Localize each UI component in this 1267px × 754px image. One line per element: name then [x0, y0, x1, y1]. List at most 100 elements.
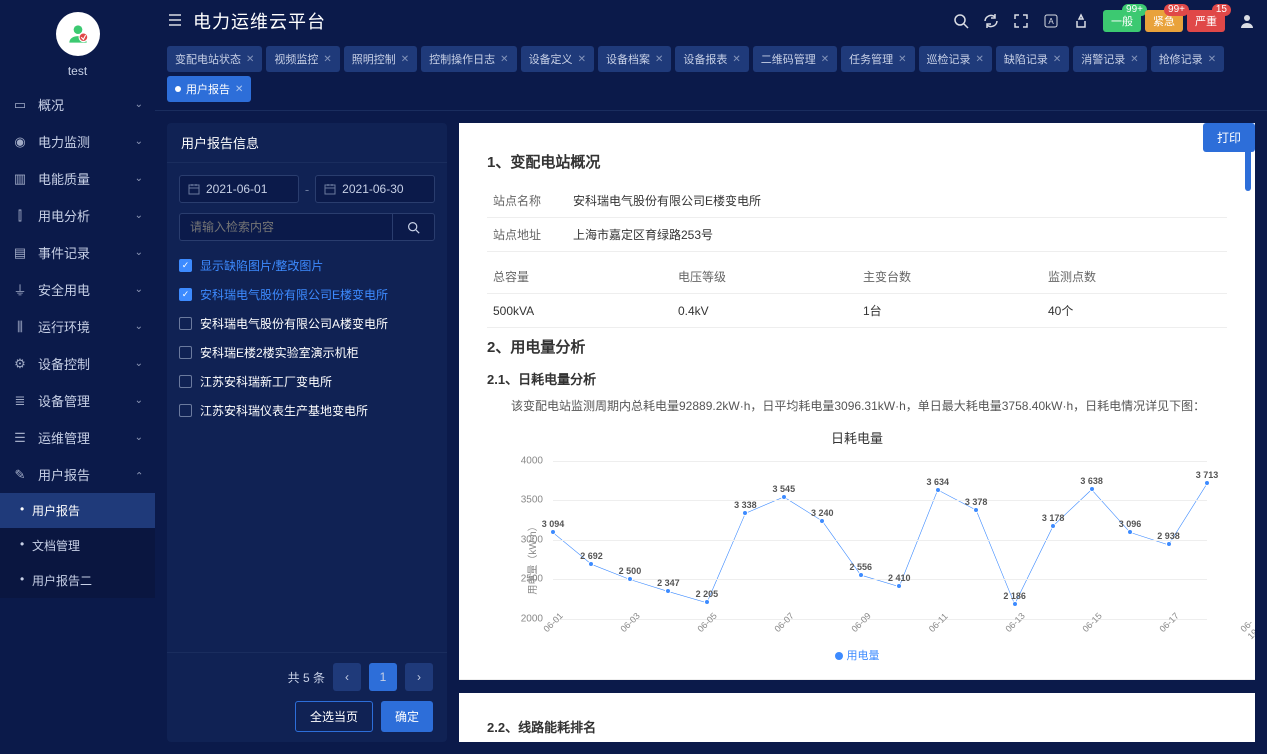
tab[interactable]: 视频监控 ✕ [266, 46, 339, 72]
data-label: 3 094 [542, 519, 565, 529]
station-checkbox-item[interactable]: 江苏安科瑞仪表生产基地变电所 [179, 396, 435, 425]
app-title: 电力运维云平台 [193, 8, 326, 34]
menu-toggle-icon[interactable] [167, 12, 183, 31]
tab[interactable]: 消警记录✕ [1073, 46, 1146, 72]
checkbox[interactable] [179, 259, 192, 272]
station-label: 安科瑞E楼2楼实验室演示机柜 [200, 344, 359, 361]
date-to-input[interactable]: 2021-06-30 [315, 175, 435, 203]
tabs: 变配电站状态✕视频监控✕照明控制✕控制操作日志✕设备定义✕设备档案✕设备报表✕二… [155, 42, 1267, 111]
page-number[interactable]: 1 [369, 663, 397, 691]
data-label: 2 500 [619, 566, 642, 576]
tab[interactable]: 设备定义✕ [521, 46, 594, 72]
section-2-title: 2、用电量分析 [487, 336, 1227, 357]
checkbox[interactable] [179, 288, 192, 301]
date-from-input[interactable]: 2021-06-01 [179, 175, 299, 203]
tab-close-icon[interactable]: ✕ [578, 54, 586, 65]
checkbox[interactable] [179, 346, 192, 359]
tab[interactable]: 变配电站状态✕ [167, 46, 262, 72]
tab[interactable]: 照明控制✕ [344, 46, 417, 72]
nav-sub-item[interactable]: 文档管理 [0, 528, 155, 563]
tab[interactable]: 设备档案✕ [598, 46, 671, 72]
fullscreen-icon[interactable] [1013, 13, 1029, 29]
tab[interactable]: 设备报表✕ [675, 46, 748, 72]
chevron-down-icon: ⌄ [135, 358, 143, 369]
nav-item[interactable]: ◉电力监测⌄ [0, 123, 155, 160]
panel-body: 2021-06-01 - 2021-06-30 [167, 163, 447, 652]
station-label: 安科瑞电气股份有限公司A楼变电所 [200, 315, 388, 332]
tab-close-icon[interactable]: ✕ [500, 54, 508, 65]
nav-item[interactable]: ⫿用电分析⌄ [0, 197, 155, 234]
refresh-icon[interactable] [983, 13, 999, 29]
search-icon[interactable] [953, 13, 969, 29]
station-checkbox-item[interactable]: 江苏安科瑞新工厂变电所 [179, 367, 435, 396]
nav-item[interactable]: ▭概况⌄ [0, 86, 155, 123]
checkbox[interactable] [179, 404, 192, 417]
search-button[interactable] [392, 213, 435, 241]
station-checkbox-item[interactable]: 显示缺陷图片/整改图片 [179, 251, 435, 280]
tab[interactable]: 控制操作日志✕ [421, 46, 516, 72]
station-checkbox-item[interactable]: 安科瑞电气股份有限公司A楼变电所 [179, 309, 435, 338]
station-checkbox-item[interactable]: 安科瑞E楼2楼实验室演示机柜 [179, 338, 435, 367]
language-icon[interactable]: A [1043, 13, 1059, 29]
nav-item[interactable]: ⚙设备控制⌄ [0, 345, 155, 382]
station-label: 江苏安科瑞仪表生产基地变电所 [200, 402, 368, 419]
tab[interactable]: 缺陷记录 ✕ [996, 46, 1069, 72]
alert-badge[interactable]: 严重15 [1187, 10, 1225, 32]
select-all-button[interactable]: 全选当页 [295, 701, 373, 732]
tab-close-icon[interactable]: ✕ [323, 54, 331, 65]
nav-item[interactable]: ✎用户报告⌄ [0, 456, 155, 493]
next-page-button[interactable]: › [405, 663, 433, 691]
prev-page-button[interactable]: ‹ [333, 663, 361, 691]
nav-item[interactable]: ⏚安全用电⌄ [0, 271, 155, 308]
tab-close-icon[interactable]: ✕ [1053, 54, 1061, 65]
search-input[interactable] [179, 213, 392, 241]
checkbox[interactable] [179, 317, 192, 330]
nav-item[interactable]: ⫼运行环境⌄ [0, 308, 155, 345]
filter-panel: 用户报告信息 2021-06-01 - 2021-06-30 [167, 123, 447, 742]
nav-item[interactable]: ☰运维管理⌄ [0, 419, 155, 456]
avatar[interactable] [56, 12, 100, 56]
tab[interactable]: 任务管理✕ [841, 46, 914, 72]
tab-close-icon[interactable]: ✕ [401, 54, 409, 65]
tab-close-icon[interactable]: ✕ [246, 54, 254, 65]
data-label: 3 638 [1080, 476, 1103, 486]
data-point [1127, 529, 1133, 535]
svg-text:A: A [1048, 17, 1054, 26]
tab-close-icon[interactable]: ✕ [1208, 54, 1216, 65]
tab-label: 用户报告 [186, 81, 230, 97]
tab[interactable]: 巡检记录✕ [919, 46, 992, 72]
data-label: 2 186 [1003, 591, 1026, 601]
user-icon[interactable] [1239, 13, 1255, 29]
nav-label: 用户报告 [38, 465, 90, 484]
theme-icon[interactable] [1073, 13, 1089, 29]
tab[interactable]: 抢修记录✕ [1151, 46, 1224, 72]
checkbox[interactable] [179, 375, 192, 388]
confirm-button[interactable]: 确定 [381, 701, 433, 732]
station-info-table: 站点名称安科瑞电气股份有限公司E楼变电所站点地址上海市嘉定区育绿路253号 [487, 184, 1227, 252]
tab-close-icon[interactable]: ✕ [898, 54, 906, 65]
tab-close-icon[interactable]: ✕ [976, 54, 984, 65]
print-button[interactable]: 打印 [1203, 123, 1255, 152]
tab-label: 缺陷记录 [1004, 51, 1048, 67]
tab-close-icon[interactable]: ✕ [655, 54, 663, 65]
nav-item[interactable]: ▤事件记录⌄ [0, 234, 155, 271]
nav-sub-item[interactable]: 用户报告 [0, 493, 155, 528]
tab[interactable]: 用户报告 ✕ [167, 76, 251, 102]
tab-close-icon[interactable]: ✕ [821, 54, 829, 65]
tab-close-icon[interactable]: ✕ [732, 54, 740, 65]
tab-label: 视频监控 [274, 51, 318, 67]
content: 用户报告信息 2021-06-01 - 2021-06-30 [155, 111, 1267, 754]
search-icon [407, 221, 420, 234]
alert-badge[interactable]: 一般99+ [1103, 10, 1141, 32]
station-checkbox-item[interactable]: 安科瑞电气股份有限公司E楼变电所 [179, 280, 435, 309]
data-point [896, 583, 902, 589]
tab-close-icon[interactable]: ✕ [235, 84, 243, 95]
nav-sub-item[interactable]: 用户报告二 [0, 563, 155, 598]
alert-badge[interactable]: 紧急99+ [1145, 10, 1183, 32]
data-point [1204, 480, 1210, 486]
nav-item[interactable]: ≣设备管理⌄ [0, 382, 155, 419]
tab-label: 二维码管理 [761, 51, 816, 67]
nav-item[interactable]: ▥电能质量⌄ [0, 160, 155, 197]
tab[interactable]: 二维码管理 ✕ [753, 46, 837, 72]
tab-close-icon[interactable]: ✕ [1130, 54, 1138, 65]
